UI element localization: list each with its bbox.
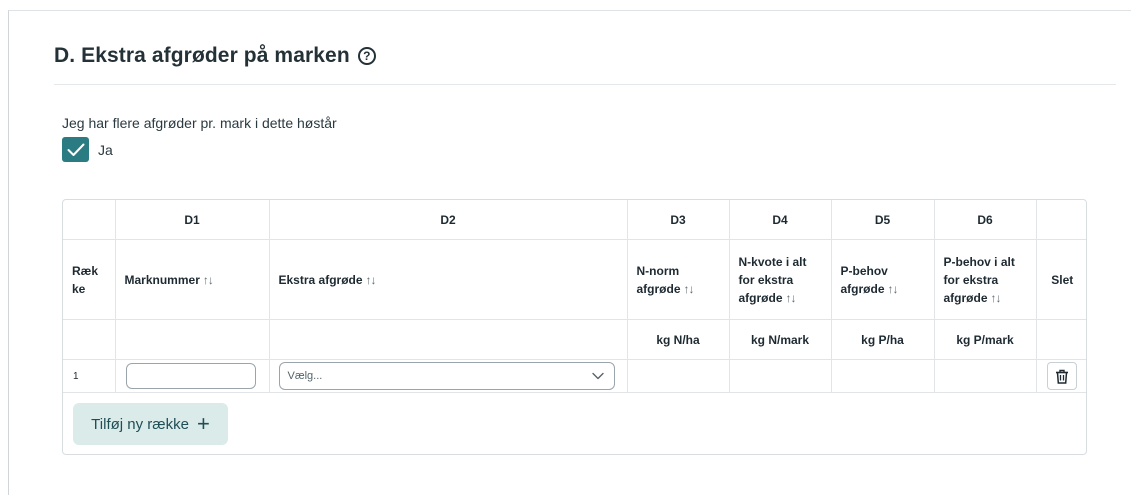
row-number: 1 bbox=[63, 359, 116, 393]
p-behov-i-alt-cell bbox=[933, 359, 1037, 393]
group-header bbox=[1035, 200, 1086, 240]
header-p-behov-i-alt[interactable]: P-behov i alt for ekstra afgrøde ↑↓ bbox=[933, 239, 1037, 320]
extra-crops-table: D1 D2 D3 D4 D5 D6 Ræk ke Marknummer ↑↓ Eks… bbox=[62, 199, 1087, 455]
group-header-d3: D3 bbox=[626, 200, 730, 240]
add-row-button[interactable]: Tilføj ny række + bbox=[73, 403, 228, 445]
sort-icon[interactable]: ↑↓ bbox=[684, 282, 695, 296]
afgroede-cell: Vælg... bbox=[268, 359, 628, 393]
header-n-kvote[interactable]: N-kvote i alt for ekstra afgrøde ↑↓ bbox=[728, 239, 832, 320]
header-label: N-kvote i alt for ekstra afgrøde bbox=[738, 254, 807, 305]
header-ekstra-afgroede[interactable]: Ekstra afgrøde ↑↓ bbox=[268, 239, 628, 320]
header-label: P-behov afgrøde bbox=[840, 263, 888, 296]
column-group-row: D1 D2 D3 D4 D5 D6 bbox=[63, 200, 1086, 240]
trash-icon bbox=[1055, 369, 1068, 384]
checkbox-label: Ja bbox=[98, 141, 113, 158]
unit-cell bbox=[268, 319, 628, 360]
sort-icon[interactable]: ↑↓ bbox=[366, 273, 377, 287]
sort-icon[interactable]: ↑↓ bbox=[991, 291, 1002, 305]
section-header: D. Ekstra afgrøder på marken ? bbox=[54, 44, 376, 68]
header-label: Ræk ke bbox=[72, 263, 99, 296]
unit-row: kg N/ha kg N/mark kg P/ha kg P/mark bbox=[63, 319, 1086, 360]
sort-icon[interactable]: ↑↓ bbox=[888, 282, 899, 296]
unit-d6: kg P/mark bbox=[933, 319, 1037, 360]
sort-icon[interactable]: ↑↓ bbox=[786, 291, 797, 305]
p-behov-cell bbox=[830, 359, 935, 393]
afgroede-select[interactable]: Vælg... bbox=[278, 362, 615, 390]
group-header-d6: D6 bbox=[933, 200, 1037, 240]
n-norm-cell bbox=[626, 359, 730, 393]
header-label: Marknummer bbox=[124, 272, 200, 287]
plus-icon: + bbox=[196, 411, 210, 436]
header-label: N-norm afgrøde bbox=[636, 263, 681, 296]
group-header-d1: D1 bbox=[114, 200, 270, 240]
group-header-d5: D5 bbox=[830, 200, 935, 240]
group-header-d2: D2 bbox=[268, 200, 628, 240]
chevron-down-icon bbox=[591, 372, 604, 380]
marknummer-cell bbox=[114, 359, 270, 393]
divider bbox=[54, 84, 1116, 85]
section-title: D. Ekstra afgrøder på marken bbox=[54, 44, 350, 67]
header-raekke: Ræk ke bbox=[63, 239, 116, 320]
unit-d5: kg P/ha bbox=[830, 319, 935, 360]
unit-cell bbox=[63, 319, 116, 360]
multi-crop-question: Jeg har flere afgrøder pr. mark i dette … bbox=[62, 115, 337, 131]
n-kvote-cell bbox=[728, 359, 832, 393]
unit-cell bbox=[114, 319, 270, 360]
group-header bbox=[63, 200, 116, 240]
header-p-behov[interactable]: P-behov afgrøde ↑↓ bbox=[830, 239, 935, 320]
delete-row-button[interactable] bbox=[1046, 362, 1077, 390]
group-header-d4: D4 bbox=[728, 200, 832, 240]
header-n-norm[interactable]: N-norm afgrøde ↑↓ bbox=[626, 239, 730, 320]
header-label: P-behov i alt for ekstra afgrøde bbox=[943, 254, 1015, 305]
sort-icon[interactable]: ↑↓ bbox=[203, 273, 214, 287]
table-row: 1 Vælg... bbox=[63, 359, 1086, 393]
unit-cell bbox=[1035, 319, 1086, 360]
select-placeholder: Vælg... bbox=[287, 370, 323, 382]
column-header-row: Ræk ke Marknummer ↑↓ Ekstra afgrøde ↑↓ N-no… bbox=[63, 239, 1086, 320]
unit-d3: kg N/ha bbox=[626, 319, 730, 360]
header-marknummer[interactable]: Marknummer ↑↓ bbox=[114, 239, 270, 320]
checkmark-icon bbox=[67, 143, 84, 156]
marknummer-input[interactable] bbox=[125, 363, 256, 389]
header-label: Ekstra afgrøde bbox=[278, 272, 363, 287]
ja-checkbox[interactable] bbox=[62, 137, 89, 162]
help-icon[interactable]: ? bbox=[357, 47, 376, 65]
unit-d4: kg N/mark bbox=[728, 319, 832, 360]
add-row-label: Tilføj ny række bbox=[91, 415, 189, 433]
delete-cell bbox=[1035, 359, 1086, 393]
header-label: Slet bbox=[1051, 272, 1074, 287]
multi-crop-checkbox-row[interactable]: Ja bbox=[62, 137, 113, 162]
header-slet: Slet bbox=[1035, 239, 1086, 320]
